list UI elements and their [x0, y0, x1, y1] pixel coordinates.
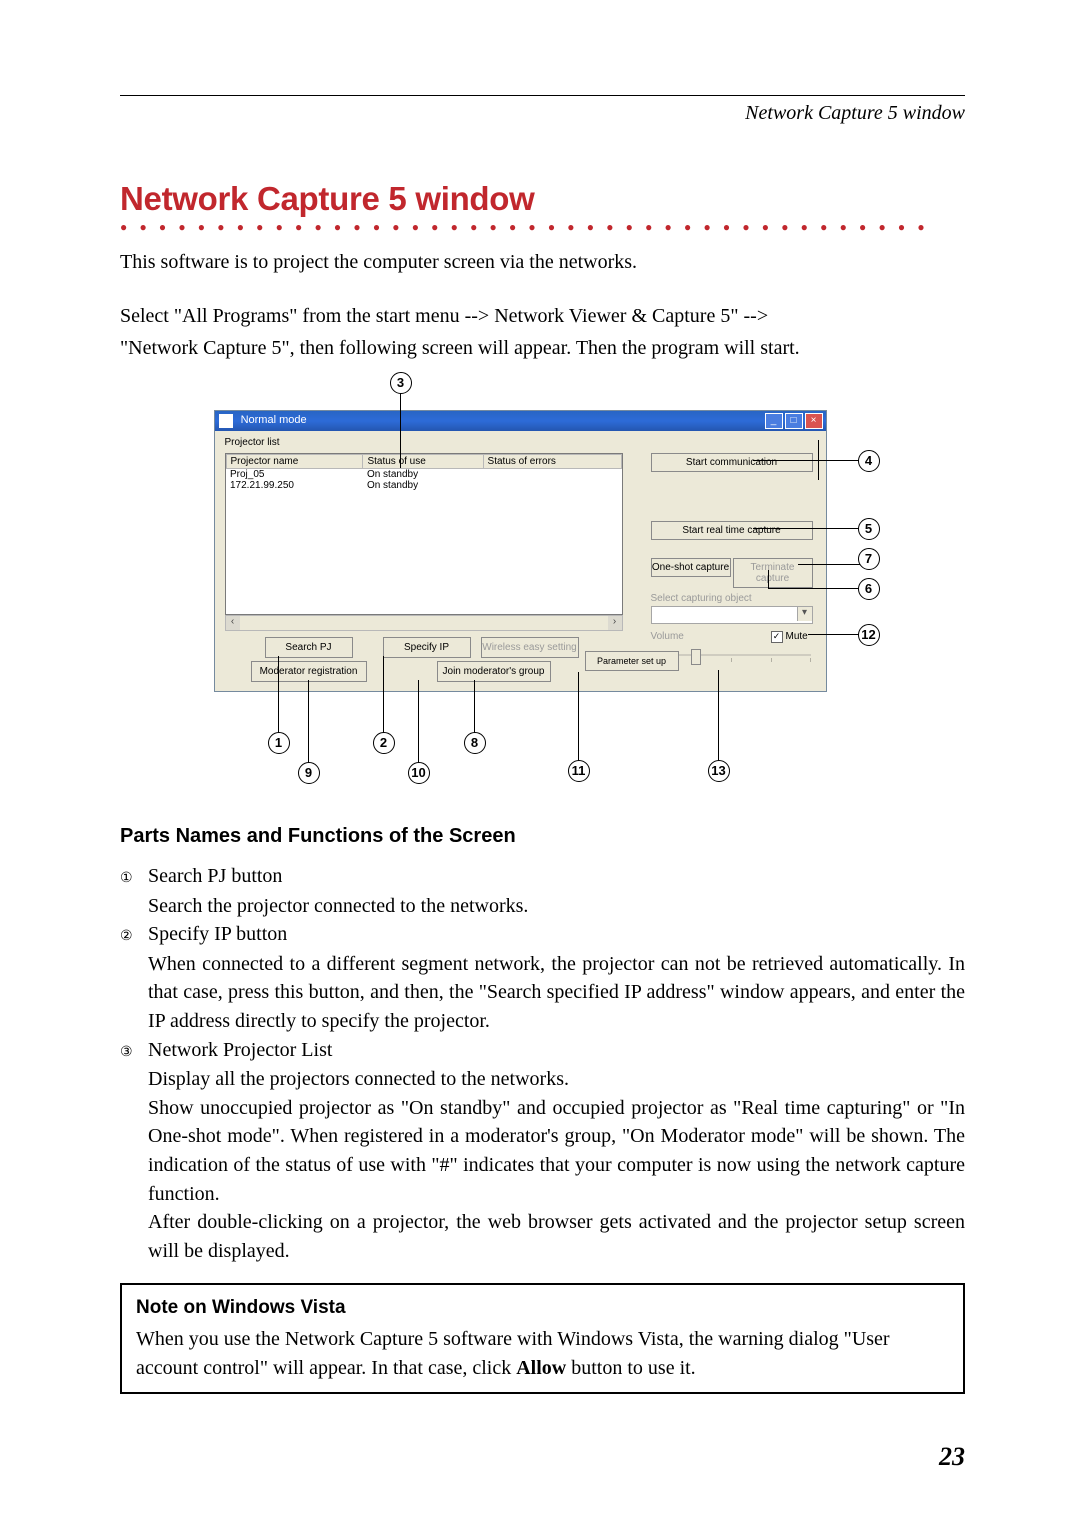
- intro-line-1: This software is to project the computer…: [120, 249, 965, 276]
- callout-line: [753, 460, 863, 461]
- callout-line: [753, 528, 863, 529]
- page: Network Capture 5 window Network Capture…: [0, 0, 1080, 1527]
- page-number: 23: [939, 1442, 965, 1472]
- item-label: Network Projector List: [148, 1036, 965, 1065]
- item-desc: Search the projector connected to the ne…: [148, 892, 965, 921]
- projector-list-label: Projector list: [225, 437, 826, 448]
- item-number: ③: [120, 1043, 140, 1063]
- callout-2: 2: [373, 732, 395, 754]
- callout-10: 10: [408, 762, 430, 784]
- callout-9: 9: [298, 762, 320, 784]
- item-number: ①: [120, 869, 140, 889]
- item-label: Specify IP button: [148, 920, 965, 949]
- item-number: ②: [120, 927, 140, 947]
- parameter-setup-button[interactable]: Parameter set up: [585, 651, 679, 671]
- callout-line: [308, 680, 309, 764]
- intro-line-2: Select "All Programs" from the start men…: [120, 303, 965, 330]
- callout-line: [798, 564, 863, 565]
- projector-list[interactable]: Projector name Status of use Status of e…: [225, 453, 623, 615]
- item-label: Search PJ button: [148, 862, 965, 891]
- callout-line: [400, 392, 401, 468]
- chevron-down-icon[interactable]: ▾: [797, 607, 812, 621]
- h-scrollbar[interactable]: ‹›: [225, 615, 623, 631]
- titlebar: Normal mode _ □ ×: [215, 411, 826, 431]
- table-row[interactable]: Proj_05 On standby: [226, 469, 621, 481]
- callout-line: [474, 680, 475, 734]
- start-communication-button[interactable]: Start communication: [651, 453, 813, 472]
- col-status[interactable]: Status of use: [363, 455, 483, 469]
- list-item: ① Search PJ button Search the projector …: [120, 862, 965, 920]
- note-title: Note on Windows Vista: [136, 1295, 949, 1322]
- slider-thumb[interactable]: [691, 649, 701, 665]
- window-controls: _ □ ×: [765, 413, 823, 429]
- checkbox-icon[interactable]: ✓: [771, 631, 783, 643]
- header-breadcrumb: Network Capture 5 window: [120, 102, 965, 125]
- page-title: Network Capture 5 window: [120, 180, 965, 218]
- mute-checkbox[interactable]: ✓Mute: [771, 631, 808, 643]
- header-rule: [120, 95, 965, 96]
- callout-line: [768, 588, 863, 589]
- screenshot-figure: Normal mode _ □ × Projector list Project…: [178, 380, 908, 795]
- scroll-left-icon[interactable]: ‹: [226, 616, 240, 630]
- callout-line: [718, 670, 719, 764]
- specify-ip-button[interactable]: Specify IP: [383, 637, 471, 658]
- callout-8: 8: [464, 732, 486, 754]
- select-object-label: Select capturing object: [651, 593, 752, 604]
- callout-line: [818, 440, 819, 480]
- list-item: ③ Network Projector List Display all the…: [120, 1036, 965, 1266]
- start-realtime-capture-button[interactable]: Start real time capture: [651, 521, 813, 540]
- search-pj-button[interactable]: Search PJ: [265, 637, 353, 658]
- callout-11: 11: [568, 760, 590, 782]
- app-window: Normal mode _ □ × Projector list Project…: [214, 410, 827, 692]
- app-icon: [219, 414, 233, 428]
- maximize-button[interactable]: □: [785, 413, 803, 429]
- callout-5: 5: [858, 518, 880, 540]
- callout-12: 12: [858, 624, 880, 646]
- oneshot-capture-button[interactable]: One-shot capture: [651, 558, 731, 577]
- join-moderator-group-button[interactable]: Join moderator's group: [437, 661, 551, 682]
- allow-bold: Allow: [516, 1357, 566, 1379]
- item-desc: Display all the projectors connected to …: [148, 1065, 965, 1265]
- minimize-button[interactable]: _: [765, 413, 783, 429]
- wireless-easy-setting-button[interactable]: Wireless easy setting: [481, 637, 579, 658]
- intro-text: This software is to project the computer…: [120, 249, 965, 362]
- callout-13: 13: [708, 760, 730, 782]
- col-errors[interactable]: Status of errors: [483, 455, 621, 469]
- moderator-registration-button[interactable]: Moderator registration: [251, 661, 367, 682]
- callout-line: [383, 656, 384, 734]
- item-desc: When connected to a different segment ne…: [148, 950, 965, 1036]
- parts-heading: Parts Names and Functions of the Screen: [120, 825, 965, 848]
- callout-line: [578, 672, 579, 764]
- callout-line: [768, 570, 769, 588]
- note-body: When you use the Network Capture 5 softw…: [136, 1325, 949, 1382]
- close-button[interactable]: ×: [805, 413, 823, 429]
- callout-7: 7: [858, 548, 880, 570]
- callout-4: 4: [858, 450, 880, 472]
- callout-3: 3: [390, 372, 412, 394]
- note-box: Note on Windows Vista When you use the N…: [120, 1283, 965, 1394]
- terminate-capture-button[interactable]: Terminate capture: [733, 558, 813, 588]
- list-item: ② Specify IP button When connected to a …: [120, 920, 965, 1035]
- intro-line-3: "Network Capture 5", then following scre…: [120, 335, 965, 362]
- scroll-right-icon[interactable]: ›: [608, 616, 622, 630]
- callout-line: [808, 634, 863, 635]
- parts-list: ① Search PJ button Search the projector …: [120, 862, 965, 1265]
- window-title: Normal mode: [241, 414, 307, 426]
- callout-line: [278, 656, 279, 734]
- callout-6: 6: [858, 578, 880, 600]
- callout-1: 1: [268, 732, 290, 754]
- volume-label: Volume: [651, 631, 684, 642]
- select-object-dropdown[interactable]: ▾: [651, 606, 813, 624]
- callout-line: [418, 680, 419, 764]
- title-dots: ●●●●●●●●●●●●●●●●●●●●●●●●●●●●●●●●●●●●●●●●…: [120, 220, 965, 235]
- table-row[interactable]: 172.21.99.250 On standby: [226, 480, 621, 491]
- col-projector-name[interactable]: Projector name: [226, 455, 363, 469]
